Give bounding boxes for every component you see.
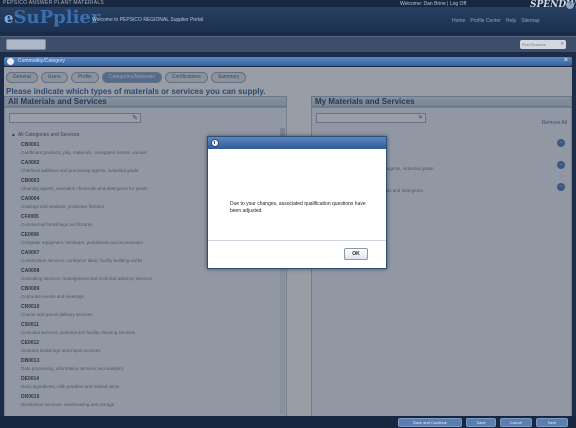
search-placeholder: Find Sources (522, 42, 546, 47)
panel-title-bar: Commodity/Category × (4, 57, 572, 66)
item-code: CE0012 (21, 340, 40, 346)
logo-text: SuPplier (13, 7, 101, 28)
list-item[interactable]: CS0011 Custodial services, janitorial and… (21, 322, 271, 340)
edit-icon: ✎ (132, 115, 138, 122)
page-prompt: Please indicate which types of materials… (6, 87, 266, 96)
dialog-divider (208, 240, 386, 241)
find-sources-input[interactable]: Find Sources ⌕ (520, 40, 566, 49)
logo-prefix: e (4, 9, 14, 27)
esupplier-logo[interactable]: eSuPplier (4, 7, 100, 29)
item-description: Dairy ingredients, milk powders and rela… (21, 384, 120, 389)
save-button[interactable]: Save (466, 418, 496, 427)
list-item[interactable]: CE0012 Customs brokerage and import servi… (21, 340, 271, 358)
wizard-tabs: General Users Profile Categories/Materia… (6, 72, 247, 83)
item-description: Customs brokerage and import services (21, 348, 101, 353)
cancel-button[interactable]: Cancel (500, 418, 532, 427)
top-links: Home Profile Center Help Sitemap (452, 18, 540, 24)
expand-triangle-icon[interactable]: ▲ (11, 132, 16, 138)
tree-root[interactable]: ▲ All Categories and Services (11, 132, 79, 138)
brand-top-text: PEPSICO ANSWER PLANT MATERIALS (3, 0, 105, 6)
help-icon[interactable]: ? (566, 1, 574, 9)
all-materials-header: All Materials and Services (4, 96, 287, 107)
item-code: CB0009 (21, 286, 40, 292)
panel-title: Commodity/Category (18, 58, 65, 64)
panel-app-icon (7, 58, 14, 65)
top-link-profile[interactable]: Profile Center (470, 18, 501, 24)
top-link-help[interactable]: Help (506, 18, 516, 24)
search-icon: ⌕ (560, 41, 564, 47)
list-item[interactable]: CA0008 Consulting services, management an… (21, 268, 271, 286)
info-icon (211, 139, 219, 147)
panel-close-icon[interactable]: × (564, 57, 568, 64)
footer-bar: Save and Continue Save Cancel Next (0, 416, 576, 428)
tab-certifications[interactable]: Certifications (164, 72, 208, 83)
next-button[interactable]: Next (536, 418, 568, 427)
tab-summary[interactable]: Summary (210, 72, 247, 83)
user-greeting[interactable]: Welcome: Dan Brine | Log Off (400, 1, 466, 7)
ok-button[interactable]: OK (344, 248, 368, 260)
remove-item-icon[interactable]: − (557, 161, 565, 169)
item-description: Consulting services, management and tech… (21, 276, 153, 281)
remove-item-icon[interactable]: − (557, 139, 565, 147)
tab-categories[interactable]: Categories/Materials (102, 72, 162, 83)
top-link-sitemap[interactable]: Sitemap (521, 18, 539, 24)
list-item[interactable]: DE0014 Dairy ingredients, milk powders an… (21, 376, 271, 394)
adjustment-dialog: Due to your changes, associated qualific… (207, 136, 387, 269)
tab-users[interactable]: Users (40, 72, 68, 83)
list-item[interactable]: DR0015 Distribution services, warehousing… (21, 394, 271, 412)
item-description: Data processing, information services an… (21, 366, 124, 371)
my-materials-title: My Materials and Services (315, 97, 415, 106)
remove-item-icon[interactable]: − (557, 183, 565, 191)
item-description: Distribution services, warehousing and s… (21, 402, 115, 407)
item-code: DR0015 (21, 394, 40, 400)
list-item[interactable]: CR0010 Courier and parcel delivery servic… (21, 304, 271, 322)
home-button[interactable] (6, 39, 46, 50)
item-description: Corporate events and meetings (21, 294, 84, 299)
all-materials-title: All Materials and Services (8, 97, 107, 106)
remove-all-link[interactable]: Remove All (542, 120, 567, 126)
list-item[interactable]: CB0009 Corporate events and meetings (21, 286, 271, 304)
app-header: PEPSICO ANSWER PLANT MATERIALS eSuPplier… (0, 0, 576, 32)
item-code: DB0013 (21, 358, 40, 364)
item-description: Courier and parcel delivery services (21, 312, 93, 317)
save-continue-button[interactable]: Save and Continue (398, 418, 462, 427)
item-code: CA0008 (21, 268, 40, 274)
selected-filter-select[interactable]: ✕ (316, 113, 426, 123)
category-filter-select[interactable]: ✎ (9, 113, 141, 123)
item-description: Custodial services, janitorial and facil… (21, 330, 136, 335)
item-code: CR0010 (21, 304, 40, 310)
tab-profile[interactable]: Profile (70, 72, 100, 83)
clear-icon[interactable]: ✕ (418, 114, 423, 121)
dialog-message: Due to your changes, associated qualific… (230, 201, 366, 214)
sub-toolbar: Find Sources ⌕ (0, 36, 576, 52)
my-materials-header: My Materials and Services (311, 96, 572, 107)
dialog-title-bar (208, 137, 386, 149)
list-item[interactable]: DB0013 Data processing, information servi… (21, 358, 271, 376)
welcome-text: Welcome to PEPSICO REGIONAL Supplier Por… (92, 17, 204, 23)
item-code: DE0014 (21, 376, 40, 382)
item-code: CS0011 (21, 322, 39, 328)
tree-root-label: All Categories and Services (17, 132, 80, 138)
top-link-home[interactable]: Home (452, 18, 465, 24)
tab-general[interactable]: General (6, 72, 38, 83)
